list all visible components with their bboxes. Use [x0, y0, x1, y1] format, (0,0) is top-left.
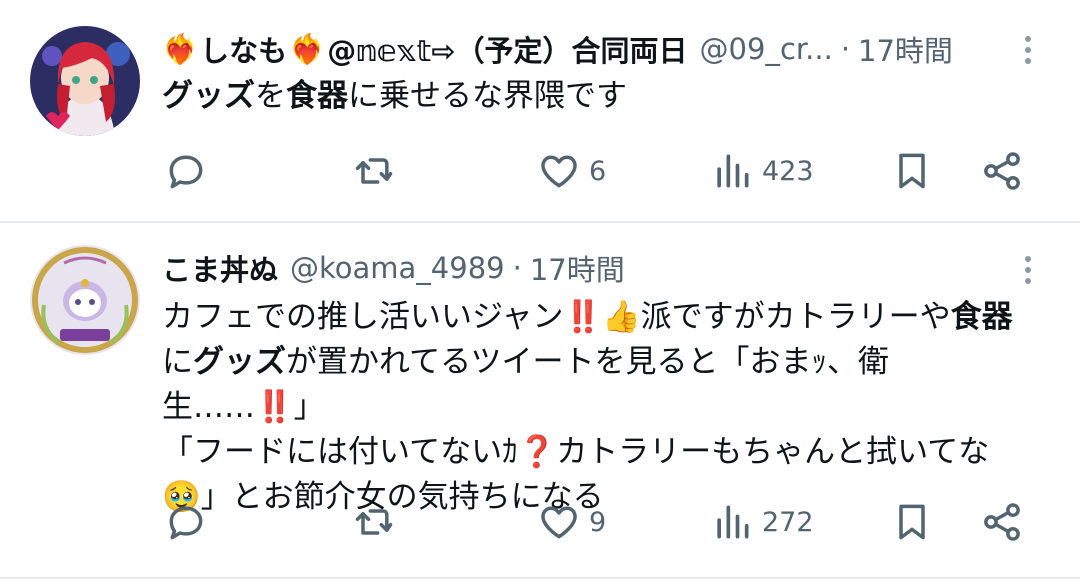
- tweet-header: ❤️‍🔥 しなも ❤️‍🔥 @𝕟𝕖𝕩𝕥⇨（予定）合同両日 @09_cr... ·…: [162, 24, 1010, 74]
- tweet-text-line: 「フードには付いてないｶ❓カトラリーもちゃんと拭いてな: [162, 430, 1030, 475]
- tweet-text-part: 食器: [950, 299, 1013, 335]
- tweet-text-part: カトラリーもちゃんと拭いてな: [556, 434, 990, 470]
- share-button[interactable]: [980, 148, 1024, 194]
- tweet-text-part: に: [162, 344, 193, 380]
- share-icon: [984, 152, 1020, 190]
- reply-icon: [169, 155, 203, 189]
- like-count: 6: [589, 155, 607, 187]
- fire-heart-icon: ❤️‍🔥: [162, 31, 199, 66]
- double-exclamation-icon: ‼️: [563, 299, 603, 335]
- reply-button[interactable]: [164, 499, 208, 545]
- display-name-text: しなも: [200, 34, 288, 68]
- tweet-text-line: にグッズが置かれてるツイートを見ると「おまｯ、衛生……‼️」: [162, 340, 1030, 430]
- thumbs-up-icon: 👍: [602, 299, 641, 335]
- tweet-text-part: 食器: [286, 78, 348, 114]
- tweet-text: グッズを食器に乗せるな界隈です: [162, 74, 1030, 119]
- retweet-button[interactable]: [352, 148, 396, 194]
- views-button[interactable]: 272: [710, 499, 814, 545]
- like-button[interactable]: 9: [537, 499, 606, 545]
- tweet-text-part: 」: [293, 389, 325, 425]
- heart-icon: [541, 155, 577, 188]
- fire-heart-icon: ❤️‍🔥: [289, 31, 326, 66]
- reply-button[interactable]: [164, 148, 208, 194]
- separator-dot: ·: [512, 251, 522, 285]
- reply-icon: [169, 506, 203, 540]
- tweet-actions: 9 272: [162, 499, 1032, 545]
- bookmark-button[interactable]: [890, 499, 934, 545]
- tweet[interactable]: こま丼ぬ @koama_4989 · 17時間 カフェでの推し活いいジャン‼️👍…: [0, 223, 1080, 579]
- share-button[interactable]: [980, 499, 1024, 545]
- views-button[interactable]: 423: [710, 148, 814, 194]
- more-icon[interactable]: [1016, 30, 1040, 70]
- like-count: 9: [589, 506, 607, 538]
- avatar[interactable]: [30, 245, 140, 355]
- display-name[interactable]: こま丼ぬ: [162, 247, 278, 289]
- like-button[interactable]: 6: [537, 148, 606, 194]
- bookmark-icon: [899, 153, 925, 189]
- views-count: 423: [762, 155, 814, 187]
- separator-dot: ·: [840, 32, 851, 66]
- tweet-text-part: グッズ: [162, 78, 255, 114]
- tweet-text-part: 派ですがカトラリーや: [640, 299, 951, 335]
- retweet-button[interactable]: [352, 499, 396, 545]
- tweet-text-part: 「フードには付いてないｶ: [162, 434, 518, 470]
- tweet-text-part: グッズ: [193, 344, 286, 380]
- tweet-text-part: に乗せるな界隈です: [348, 78, 627, 114]
- double-exclamation-icon: ‼️: [255, 389, 294, 425]
- more-icon[interactable]: [1016, 250, 1040, 290]
- tweet-text: カフェでの推し活いいジャン‼️👍派ですがカトラリーや食器 にグッズが置かれてるツ…: [162, 295, 1030, 520]
- display-name[interactable]: ❤️‍🔥 しなも ❤️‍🔥 @𝕟𝕖𝕩𝕥⇨（予定）合同両日: [162, 28, 688, 70]
- views-icon: [717, 505, 749, 539]
- share-icon: [984, 503, 1020, 541]
- views-count: 272: [762, 506, 814, 538]
- timestamp[interactable]: 17時間: [530, 247, 625, 289]
- tweet-header: こま丼ぬ @koama_4989 · 17時間: [162, 243, 1010, 293]
- user-handle[interactable]: @koama_4989: [290, 251, 505, 285]
- timestamp[interactable]: 17時間: [858, 28, 953, 70]
- display-name-suffix: @𝕟𝕖𝕩𝕥⇨（予定）合同両日: [327, 34, 688, 68]
- retweet-icon: [355, 158, 393, 184]
- bookmark-button[interactable]: [890, 148, 934, 194]
- avatar[interactable]: [30, 26, 140, 136]
- tweet[interactable]: ❤️‍🔥 しなも ❤️‍🔥 @𝕟𝕖𝕩𝕥⇨（予定）合同両日 @09_cr... ·…: [0, 0, 1080, 223]
- retweet-icon: [355, 509, 393, 535]
- question-mark-icon: ❓: [517, 434, 557, 470]
- views-icon: [717, 154, 749, 188]
- tweet-text-part: カフェでの推し活いいジャン: [162, 299, 564, 335]
- bookmark-icon: [899, 504, 925, 540]
- tweet-actions: 6 423: [162, 148, 1032, 194]
- tweet-text-part: を: [255, 78, 286, 114]
- tweet-text-line: カフェでの推し活いいジャン‼️👍派ですがカトラリーや食器: [162, 295, 1030, 340]
- heart-icon: [541, 506, 577, 539]
- user-handle[interactable]: @09_cr...: [700, 32, 833, 66]
